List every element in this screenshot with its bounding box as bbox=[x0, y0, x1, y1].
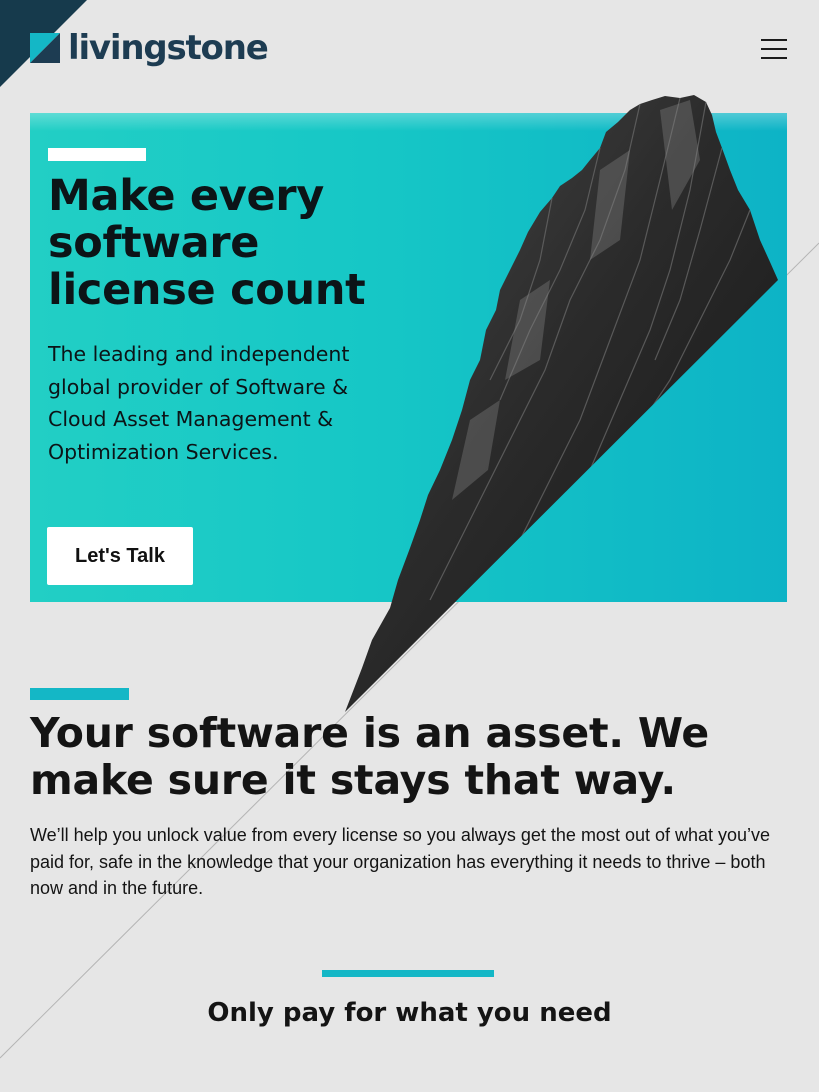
asset-section-body: We’ll help you unlock value from every l… bbox=[30, 825, 771, 898]
section-accent-bar-2 bbox=[322, 970, 494, 977]
pay-section-title: Only pay for what you need bbox=[207, 998, 612, 1028]
section-accent-bar bbox=[30, 688, 129, 700]
asset-section-title: Your software is an asset. We make sure … bbox=[30, 709, 709, 804]
mountain-peak-image bbox=[345, 95, 778, 712]
page: livingstone Make every software license … bbox=[0, 0, 819, 1092]
